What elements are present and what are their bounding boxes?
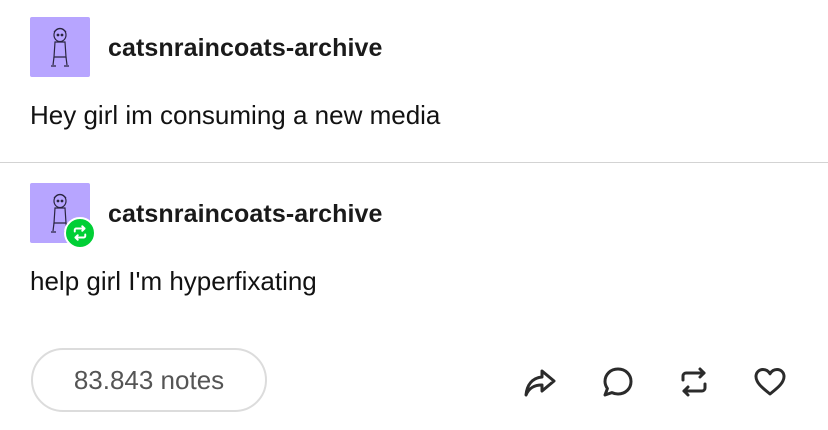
like-icon	[754, 368, 786, 396]
post-divider	[0, 162, 828, 163]
post-username[interactable]: catsnraincoats-archive	[108, 33, 383, 63]
reblog-icon	[681, 367, 707, 397]
avatar[interactable]	[30, 17, 90, 77]
like-button[interactable]	[750, 362, 790, 402]
reblog-text: help girl I'm hyperfixating	[30, 266, 317, 296]
reblog-username[interactable]: catsnraincoats-archive	[108, 199, 383, 229]
cat-girl-avatar-icon	[51, 27, 69, 67]
reply-icon	[603, 367, 633, 397]
reblog-badge-icon	[64, 217, 96, 249]
notes-count-label: 83.843 notes	[73, 364, 225, 395]
share-button[interactable]	[520, 362, 560, 402]
notes-button[interactable]: 83.843 notes	[31, 348, 267, 412]
reply-button[interactable]	[598, 362, 638, 402]
reblog-button[interactable]	[674, 362, 714, 402]
post-text: Hey girl im consuming a new media	[30, 100, 441, 130]
share-icon	[524, 369, 556, 397]
